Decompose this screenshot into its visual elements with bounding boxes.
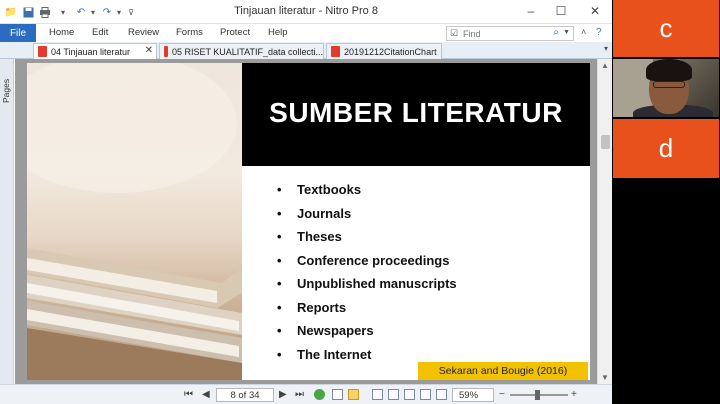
participant-initial: d — [658, 133, 674, 163]
pdf-file-icon — [164, 46, 168, 57]
list-item: Textbooks — [273, 181, 457, 205]
file-tab[interactable]: File — [0, 24, 36, 42]
pages-panel[interactable]: Pages — [0, 59, 14, 384]
participant-video-tile[interactable] — [613, 59, 719, 117]
ribbon-tabs: File Home Edit Review Forms Protect Help… — [0, 24, 612, 42]
video-call-panel: c d — [612, 0, 720, 404]
list-item: Journals — [273, 205, 457, 229]
participant-tile-d[interactable]: d — [613, 119, 719, 178]
continuous-view-icon[interactable] — [348, 389, 359, 400]
find-input[interactable] — [463, 28, 543, 39]
tab-home[interactable]: Home — [49, 27, 74, 38]
scrollbar-thumb[interactable] — [601, 135, 610, 149]
list-item: Newspapers — [273, 322, 457, 346]
doc-tab-label: 20191212CitationChart — [344, 46, 437, 57]
webcam-person-glasses — [653, 81, 685, 88]
literature-source-list: Textbooks Journals Theses Conference pro… — [273, 181, 457, 369]
fit-page-icon[interactable] — [404, 389, 415, 400]
fit-width-icon[interactable] — [420, 389, 431, 400]
participant-initial: c — [659, 13, 673, 43]
previous-page-icon[interactable]: ◀ — [202, 389, 210, 400]
list-item: Unpublished manuscripts — [273, 275, 457, 299]
participant-tile-c[interactable]: c — [613, 0, 719, 57]
list-item: Conference proceedings — [273, 252, 457, 276]
last-page-icon[interactable]: ⏭ — [295, 389, 304, 400]
stacked-books-photo — [27, 63, 242, 380]
zoom-level-field[interactable]: 59% — [452, 388, 494, 402]
tab-protect[interactable]: Protect — [220, 27, 250, 38]
find-box: ☑ ⌕ ▼ — [446, 26, 574, 41]
list-item: Theses — [273, 228, 457, 252]
next-page-icon[interactable]: ▶ — [279, 389, 287, 400]
tab-forms[interactable]: Forms — [176, 27, 203, 38]
doc-tab[interactable]: 05 RISET KUALITATIF_data collecti... — [159, 43, 324, 59]
zoom-in-icon[interactable]: + — [571, 389, 577, 400]
doc-tab-label: 04 Tinjauan literatur — [51, 46, 131, 57]
play-icon[interactable] — [314, 389, 325, 400]
single-page-view-icon[interactable] — [332, 389, 343, 400]
books-illustration — [27, 63, 242, 380]
doc-tab[interactable]: 20191212CitationChart — [326, 43, 442, 59]
status-bar: ⏮ ◀ 8 of 34 ▶ ⏭ 59% − + — [0, 384, 612, 404]
minimize-button[interactable]: – — [520, 2, 542, 20]
first-page-icon[interactable]: ⏮ — [184, 389, 193, 400]
nitro-pro-window: 📁 ▾ ↶ ▾ ↷ ▾ ⊽ Tinjauan literatur - Nitro… — [0, 0, 612, 404]
title-bar: 📁 ▾ ↶ ▾ ↷ ▾ ⊽ Tinjauan literatur - Nitro… — [0, 0, 612, 24]
doc-tab-active[interactable]: 04 Tinjauan literatur ✕ — [33, 43, 157, 59]
scroll-up-icon[interactable]: ▲ — [601, 61, 609, 70]
facing-view-icon[interactable] — [372, 389, 383, 400]
ribbon-collapse-icon[interactable]: ˄ — [581, 27, 586, 37]
pdf-file-icon — [331, 46, 340, 57]
tab-edit[interactable]: Edit — [92, 27, 108, 38]
slide-title: SUMBER LITERATUR — [269, 97, 563, 128]
pdf-file-icon — [38, 46, 47, 57]
citation-box: Sekaran and Bougie (2016) — [418, 362, 588, 380]
actual-size-icon[interactable] — [436, 389, 447, 400]
doc-tab-label: 05 RISET KUALITATIF_data collecti... — [171, 46, 323, 57]
pages-panel-label[interactable]: Pages — [1, 63, 13, 103]
facing-continuous-view-icon[interactable] — [388, 389, 399, 400]
close-tab-icon[interactable]: ✕ — [145, 45, 153, 56]
tab-review[interactable]: Review — [128, 27, 159, 38]
scroll-down-icon[interactable]: ▼ — [601, 373, 609, 382]
pdf-page-slide: SUMBER LITERATUR Textbooks Journals Thes… — [27, 63, 590, 380]
tab-list-chevron-icon[interactable]: ▾ — [604, 44, 608, 53]
help-icon[interactable]: ? — [596, 27, 602, 38]
webcam-person-hair — [646, 59, 692, 81]
find-options-icon[interactable]: ☑ — [450, 28, 458, 39]
list-item: Reports — [273, 299, 457, 323]
tab-help[interactable]: Help — [268, 27, 288, 38]
chevron-down-icon[interactable]: ▼ — [563, 29, 570, 36]
close-button[interactable]: ✕ — [584, 2, 606, 20]
page-number-field[interactable]: 8 of 34 — [216, 388, 274, 402]
document-tabs: 04 Tinjauan literatur ✕ 05 RISET KUALITA… — [0, 42, 612, 59]
zoom-out-icon[interactable]: − — [499, 389, 505, 400]
vertical-scrollbar[interactable]: ▲ ▼ — [597, 59, 612, 384]
slide-title-band: SUMBER LITERATUR — [242, 63, 590, 166]
screen: 📁 ▾ ↶ ▾ ↷ ▾ ⊽ Tinjauan literatur - Nitro… — [0, 0, 720, 404]
zoom-slider-handle[interactable] — [535, 390, 540, 400]
search-icon[interactable]: ⌕ — [553, 27, 559, 38]
maximize-button[interactable]: ☐ — [550, 2, 572, 20]
